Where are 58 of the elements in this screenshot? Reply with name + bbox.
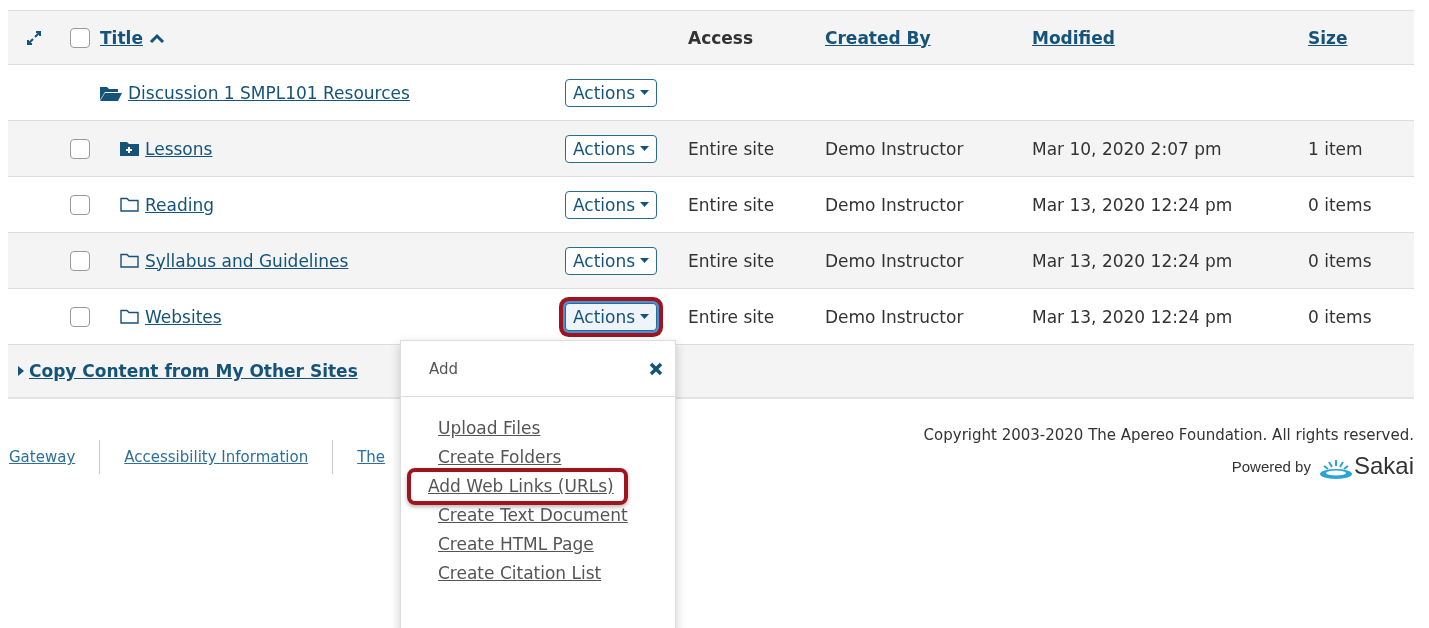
footer-link[interactable]: Accessibility Information — [124, 448, 309, 466]
footer-link[interactable]: Gateway — [9, 448, 76, 466]
column-header-link[interactable]: Title — [100, 27, 143, 48]
actions-button[interactable]: Actions — [565, 190, 658, 219]
select-all-checkbox[interactable] — [70, 27, 90, 48]
folder-link[interactable]: Lessons — [145, 138, 213, 159]
creator-cell: Demo Instructor — [825, 306, 964, 327]
row-checkbox[interactable] — [70, 250, 90, 271]
brand-name: Sakai — [1353, 452, 1414, 480]
modified-cell: Mar 13, 2020 12:24 pm — [1032, 250, 1233, 271]
open-folder-icon — [100, 84, 122, 101]
actions-button[interactable]: Actions — [565, 78, 658, 107]
expand-icon[interactable] — [26, 29, 42, 46]
folder-icon — [120, 309, 139, 324]
folder-link[interactable]: Websites — [145, 306, 222, 327]
row-checkbox[interactable] — [70, 306, 90, 327]
caret-icon — [640, 90, 650, 95]
actions-button[interactable]: Actions — [565, 246, 658, 275]
access-cell: Entire site — [688, 306, 775, 327]
access-cell: Entire site — [688, 250, 775, 271]
creator-cell: Demo Instructor — [825, 250, 964, 271]
column-header: Access — [688, 27, 754, 48]
folder-icon — [120, 197, 139, 212]
modified-cell: Mar 13, 2020 12:24 pm — [1032, 306, 1233, 327]
creator-cell: Demo Instructor — [825, 194, 964, 215]
caret-icon — [640, 202, 650, 207]
sakai-logo-icon — [1318, 458, 1353, 480]
caret-icon — [640, 146, 650, 151]
folder-link[interactable]: Discussion 1 SMPL101 Resources — [128, 82, 410, 103]
size-cell: 0 items — [1308, 250, 1372, 271]
size-cell: 0 items — [1308, 306, 1372, 327]
folder-link[interactable]: Syllabus and Guidelines — [145, 250, 349, 271]
row-checkbox[interactable] — [70, 194, 90, 215]
modified-cell: Mar 13, 2020 12:24 pm — [1032, 194, 1233, 215]
caret-icon — [640, 314, 650, 319]
actions-button[interactable]: Actions — [565, 134, 658, 163]
close-icon[interactable] — [649, 361, 663, 376]
column-header-link[interactable]: Size — [1308, 27, 1348, 48]
copy-content-link[interactable]: Copy Content from My Other Sites — [18, 361, 358, 381]
modified-cell: Mar 10, 2020 2:07 pm — [1032, 138, 1222, 159]
caret-icon — [640, 258, 650, 263]
powered-by-text: Powered by — [1231, 457, 1311, 475]
menu-header: Add — [429, 359, 459, 378]
expand-triangle-icon — [18, 366, 24, 376]
folder-link[interactable]: Reading — [145, 194, 214, 215]
column-header-link[interactable]: Created By — [825, 27, 931, 48]
size-cell: 1 item — [1308, 138, 1363, 159]
row-checkbox[interactable] — [70, 138, 90, 159]
menu-item[interactable]: Add Web Links (URLs) — [407, 468, 628, 505]
copyright-text: Copyright 2003-2020 The Apereo Foundation. All rights reserved. — [923, 426, 1414, 444]
access-cell: Entire site — [688, 138, 775, 159]
column-header-link[interactable]: Modified — [1032, 27, 1115, 48]
footer-link[interactable]: The — [357, 448, 386, 466]
size-cell: 0 items — [1308, 194, 1372, 215]
creator-cell: Demo Instructor — [825, 138, 964, 159]
access-cell: Entire site — [688, 194, 775, 215]
folder-icon — [120, 253, 139, 268]
folder-plus-icon — [120, 141, 139, 156]
